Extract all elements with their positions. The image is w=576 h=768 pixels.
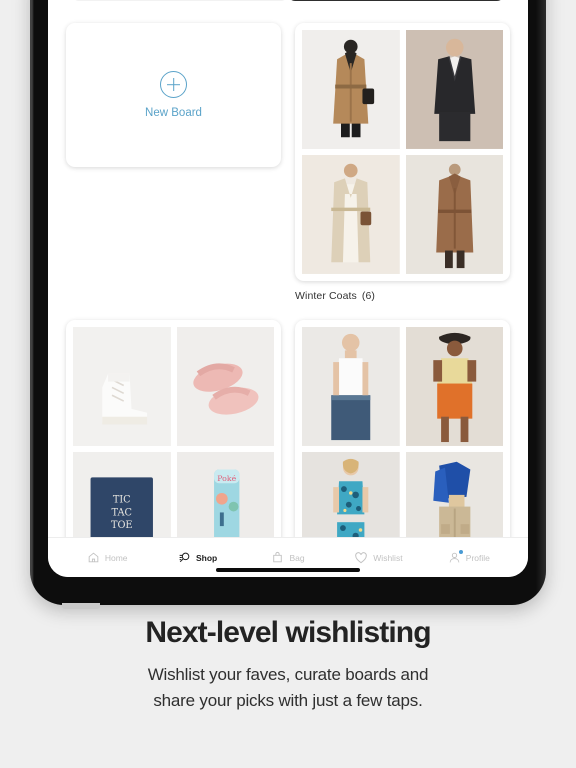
new-board-cell: New Board bbox=[66, 23, 281, 302]
new-board-label: New Board bbox=[145, 107, 202, 119]
thumb-floral-tank-set bbox=[302, 451, 400, 537]
board-cell-gift-ideas: TIC TAC TOE Poké bbox=[66, 319, 281, 537]
svg-text:TOE: TOE bbox=[111, 520, 133, 531]
boards-scroll-area[interactable]: New Board Winter Coats (6) TIC TAC TOE P… bbox=[48, 1, 528, 537]
thumb-white-tank-jeans bbox=[302, 326, 400, 446]
thumb-black-blazer-outfit bbox=[405, 30, 503, 149]
home-icon bbox=[87, 551, 100, 564]
device-screen: Wishlist Boards New Board bbox=[48, 0, 528, 577]
thumb-blue-top-beige-cargo bbox=[405, 451, 503, 537]
nav-item-profile-label: Profile bbox=[465, 552, 490, 563]
board-card[interactable] bbox=[295, 319, 510, 537]
nav-item-shop-label: Shop bbox=[195, 552, 218, 563]
nav-item-profile[interactable]: Profile bbox=[424, 550, 514, 564]
thumb-pink-slide-sandals bbox=[176, 326, 274, 446]
nav-item-bag-label: Bag bbox=[289, 552, 305, 563]
thumb-camel-coat-outfit bbox=[302, 30, 400, 149]
profile-notification-badge bbox=[458, 550, 463, 554]
board-count: (6) bbox=[361, 289, 376, 302]
svg-text:TIC: TIC bbox=[113, 495, 131, 506]
board-thumb-grid bbox=[302, 326, 503, 537]
promo-subcopy: Wishlist your faves, curate boards and s… bbox=[0, 662, 576, 713]
thumb-brown-trench-coat bbox=[405, 154, 503, 274]
promo-subcopy-line-1: Wishlist your faves, curate boards and bbox=[147, 665, 429, 684]
boards-grid: New Board Winter Coats (6) TIC TAC TOE P… bbox=[66, 23, 510, 537]
board-card[interactable]: TIC TAC TOE Poké bbox=[66, 319, 281, 537]
nav-item-shop[interactable]: Shop bbox=[152, 551, 242, 564]
board-label: Winter Coats (6) bbox=[295, 290, 510, 302]
tablet-device-frame: Wishlist Boards New Board bbox=[30, 0, 546, 609]
nav-item-home-label: Home bbox=[104, 552, 128, 563]
thumb-cream-trench-coat bbox=[302, 154, 400, 274]
heart-icon bbox=[354, 551, 368, 565]
nav-item-wishlist-label: Wishlist bbox=[373, 552, 403, 563]
thumb-white-high-top-sneaker bbox=[73, 326, 171, 446]
new-board-card[interactable]: New Board bbox=[66, 23, 281, 167]
bag-icon bbox=[271, 551, 284, 564]
promo-copy: Next-level wishlisting Wishlist your fav… bbox=[0, 616, 576, 713]
svg-text:TAC: TAC bbox=[112, 507, 132, 518]
nav-item-bag[interactable]: Bag bbox=[243, 551, 333, 564]
home-indicator bbox=[216, 568, 360, 572]
svg-text:Poké: Poké bbox=[217, 474, 236, 483]
thumb-yellow-tee-orange-skirt bbox=[405, 326, 503, 446]
board-cell-winter-coats: Winter Coats (6) bbox=[295, 23, 510, 302]
thumb-tic-tac-toe-game-box: TIC TAC TOE bbox=[73, 451, 171, 537]
board-card[interactable] bbox=[295, 23, 510, 281]
nav-item-home[interactable]: Home bbox=[62, 551, 152, 564]
board-thumb-grid bbox=[302, 30, 503, 274]
nav-item-wishlist[interactable]: Wishlist bbox=[333, 551, 423, 565]
person-icon bbox=[448, 550, 463, 564]
promo-headline: Next-level wishlisting bbox=[145, 616, 431, 649]
thumb-hand-cream-tube: Poké bbox=[176, 451, 274, 537]
board-cell-holiday-inspo: Holiday Inspo(4) bbox=[295, 319, 510, 537]
promo-screenshot: Wishlist Boards New Board bbox=[0, 0, 576, 768]
search-filter-icon bbox=[178, 551, 191, 564]
board-name: Winter Coats bbox=[295, 289, 357, 302]
plus-circle-icon bbox=[160, 71, 187, 98]
board-thumb-grid: TIC TAC TOE Poké bbox=[73, 326, 274, 537]
promo-subcopy-line-2: share your picks with just a few taps. bbox=[153, 690, 423, 710]
